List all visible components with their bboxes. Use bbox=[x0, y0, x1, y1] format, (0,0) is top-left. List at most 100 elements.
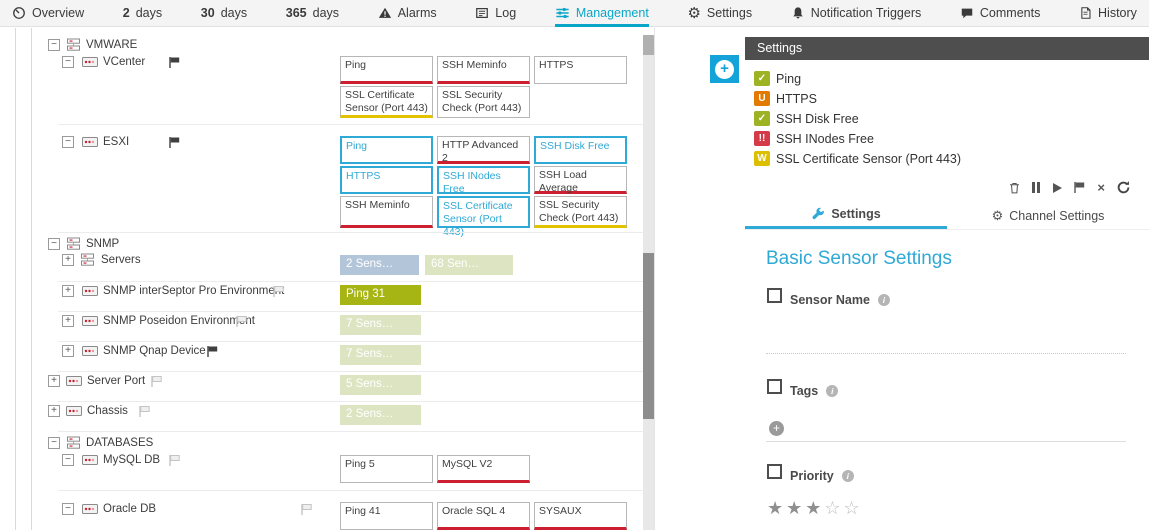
tab-notification-triggers[interactable]: Notification Triggers bbox=[791, 0, 921, 27]
device-label[interactable]: Server Port bbox=[87, 375, 145, 387]
tab-365-days[interactable]: 365 days bbox=[286, 0, 339, 27]
empty-stars[interactable]: ☆☆ bbox=[824, 498, 862, 518]
sensor-box[interactable]: Ping bbox=[340, 136, 433, 164]
sensor-box[interactable]: SSH Load Average bbox=[534, 166, 627, 194]
tab-number: 30 bbox=[201, 6, 215, 20]
expand-toggle[interactable] bbox=[48, 375, 60, 387]
tab-settings[interactable]: Settings bbox=[687, 0, 752, 27]
expand-toggle[interactable] bbox=[48, 405, 60, 417]
flag-icon[interactable] bbox=[272, 285, 285, 298]
priority-checkbox[interactable] bbox=[767, 464, 782, 479]
device-label[interactable]: Oracle DB bbox=[103, 503, 156, 515]
collapse-toggle[interactable] bbox=[62, 454, 74, 466]
sensor-count-badge[interactable]: 68 Sen… bbox=[425, 255, 513, 275]
sensor-count-badge[interactable]: 5 Sens… bbox=[340, 375, 421, 395]
tab-overview[interactable]: Overview bbox=[12, 0, 84, 27]
tab-channel-settings[interactable]: Channel Settings bbox=[947, 202, 1149, 229]
info-icon[interactable] bbox=[878, 294, 890, 306]
close-icon[interactable] bbox=[1097, 181, 1105, 194]
sensor-box[interactable]: Ping 41 bbox=[340, 502, 433, 530]
collapse-toggle[interactable] bbox=[62, 56, 74, 68]
sensor-box[interactable]: SSL Certificate Sensor (Port 443) bbox=[340, 86, 433, 118]
tab-management[interactable]: Management bbox=[555, 0, 649, 27]
sensor-badge[interactable]: Ping 31 bbox=[340, 285, 421, 305]
device-label[interactable]: ESXI bbox=[103, 136, 129, 148]
tab-log[interactable]: Log bbox=[475, 0, 516, 27]
selected-sensor-item[interactable]: U HTTPS bbox=[754, 91, 817, 106]
tab-comments[interactable]: Comments bbox=[960, 0, 1040, 27]
sensor-box[interactable]: SSH Disk Free bbox=[534, 136, 627, 164]
sensor-box[interactable]: MySQL V2 bbox=[437, 455, 530, 483]
device-label[interactable]: Chassis bbox=[87, 405, 128, 417]
flag-icon[interactable] bbox=[1073, 181, 1086, 194]
device-label[interactable]: SNMP Qnap Device bbox=[103, 345, 206, 357]
collapse-toggle[interactable] bbox=[62, 136, 74, 148]
info-icon[interactable] bbox=[842, 470, 854, 482]
tab-30-days[interactable]: 30 days bbox=[201, 0, 247, 27]
device-label[interactable]: SNMP Poseidon Environment bbox=[103, 315, 255, 327]
sensor-box[interactable]: SSH INodes Free bbox=[437, 166, 530, 194]
sensor-count-badge[interactable]: 2 Sens… bbox=[340, 255, 419, 275]
sensor-name-checkbox[interactable] bbox=[767, 288, 782, 303]
tab-sensor-settings[interactable]: Settings bbox=[745, 202, 947, 229]
expand-toggle[interactable] bbox=[62, 345, 74, 357]
flag-icon[interactable] bbox=[206, 345, 219, 358]
collapse-toggle[interactable] bbox=[48, 238, 60, 250]
sensor-box[interactable]: SYSAUX bbox=[534, 502, 627, 530]
sensor-box[interactable]: HTTP Advanced 2 bbox=[437, 136, 530, 164]
device-label[interactable]: SNMP interSeptor Pro Environment bbox=[103, 285, 284, 297]
sensor-box[interactable]: Oracle SQL 4 bbox=[437, 502, 530, 530]
sensor-box[interactable]: Ping 5 bbox=[340, 455, 433, 483]
flag-icon[interactable] bbox=[300, 503, 313, 516]
sensor-box[interactable]: HTTPS bbox=[340, 166, 433, 194]
tags-checkbox[interactable] bbox=[767, 379, 782, 394]
delete-icon[interactable] bbox=[1008, 181, 1021, 195]
group-label[interactable]: VMWARE bbox=[86, 39, 137, 51]
sensor-count-badge[interactable]: 7 Sens… bbox=[340, 315, 421, 335]
tree-scrollbar[interactable] bbox=[643, 35, 654, 530]
tab-alarms[interactable]: Alarms bbox=[378, 0, 437, 27]
expand-toggle[interactable] bbox=[62, 315, 74, 327]
flag-icon[interactable] bbox=[168, 56, 181, 69]
sensor-box[interactable]: SSL Security Check (Port 443) bbox=[534, 196, 627, 228]
tab-history[interactable]: History bbox=[1079, 0, 1137, 27]
priority-star-rating[interactable]: ★★★☆☆ bbox=[767, 498, 863, 519]
collapse-toggle[interactable] bbox=[48, 437, 60, 449]
collapse-toggle[interactable] bbox=[48, 39, 60, 51]
selected-sensor-item[interactable]: !! SSH INodes Free bbox=[754, 131, 874, 146]
flag-icon[interactable] bbox=[168, 136, 181, 149]
group-label[interactable]: SNMP bbox=[86, 238, 119, 250]
sensor-count-badge[interactable]: 2 Sens… bbox=[340, 405, 421, 425]
flag-icon[interactable] bbox=[138, 405, 151, 418]
group-label[interactable]: Servers bbox=[101, 254, 141, 266]
sensor-box[interactable]: Ping bbox=[340, 56, 433, 84]
scrollbar-segment[interactable] bbox=[643, 35, 654, 55]
sensor-box[interactable]: SSH Meminfo bbox=[437, 56, 530, 84]
expand-toggle[interactable] bbox=[62, 285, 74, 297]
flag-icon[interactable] bbox=[235, 315, 248, 328]
device-label[interactable]: VCenter bbox=[103, 56, 145, 68]
sensor-box[interactable]: SSL Security Check (Port 443) bbox=[437, 86, 530, 118]
group-label[interactable]: DATABASES bbox=[86, 437, 153, 449]
filled-stars[interactable]: ★★★ bbox=[767, 498, 824, 518]
add-tag-icon[interactable] bbox=[769, 421, 784, 436]
selected-sensor-item[interactable]: W SSL Certificate Sensor (Port 443) bbox=[754, 151, 961, 166]
selected-sensor-item[interactable]: ✓ SSH Disk Free bbox=[754, 111, 859, 126]
scrollbar-thumb[interactable] bbox=[643, 253, 654, 419]
sensor-box[interactable]: HTTPS bbox=[534, 56, 627, 84]
flag-icon[interactable] bbox=[168, 454, 181, 467]
sensor-count-badge[interactable]: 7 Sens… bbox=[340, 345, 421, 365]
flag-icon[interactable] bbox=[150, 375, 163, 388]
refresh-icon[interactable] bbox=[1116, 180, 1131, 195]
selected-sensor-item[interactable]: ✓ Ping bbox=[754, 71, 801, 86]
device-label[interactable]: MySQL DB bbox=[103, 454, 160, 466]
play-icon[interactable] bbox=[1053, 183, 1062, 193]
collapse-toggle[interactable] bbox=[62, 503, 74, 515]
tab-2-days[interactable]: 2 days bbox=[123, 0, 162, 27]
pause-icon[interactable] bbox=[1032, 182, 1042, 193]
expand-toggle[interactable] bbox=[62, 254, 74, 266]
sensor-box[interactable]: SSL Certificate Sensor (Port 443) bbox=[437, 196, 530, 228]
add-sensor-button[interactable] bbox=[710, 55, 739, 83]
info-icon[interactable] bbox=[826, 385, 838, 397]
sensor-box[interactable]: SSH Meminfo bbox=[340, 196, 433, 228]
